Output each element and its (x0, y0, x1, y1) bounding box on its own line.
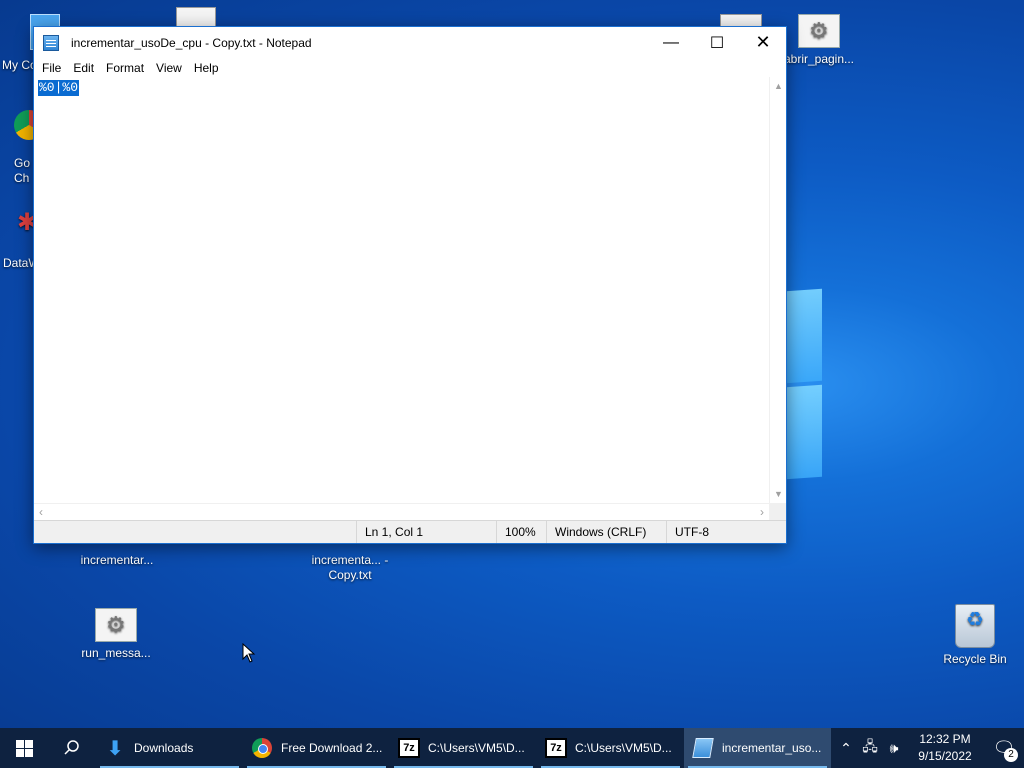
close-button[interactable]: ✕ (740, 27, 786, 58)
clock-date: 9/15/2022 (918, 749, 972, 763)
scrollbar-corner (769, 503, 786, 520)
notepad-window[interactable]: incrementar_usoDe_cpu - Copy.txt - Notep… (33, 26, 787, 544)
taskbar-item-downloads[interactable]: ⬇ Downloads (96, 728, 243, 768)
taskbar: ⬇ Downloads Free Download 2... 7z C:\Use… (0, 728, 1024, 768)
status-zoom: 100% (496, 521, 546, 543)
menu-format[interactable]: Format (100, 61, 150, 75)
downloads-folder-icon: ⬇ (106, 737, 124, 760)
horizontal-scrollbar[interactable]: ‹ › (34, 503, 769, 520)
start-button[interactable] (0, 728, 48, 768)
selected-text: %0|%0 (38, 80, 80, 96)
menu-bar: File Edit Format View Help (34, 58, 786, 77)
chrome-icon (252, 738, 272, 758)
taskbar-item-chrome[interactable]: Free Download 2... (243, 728, 390, 768)
7zip-icon: 7z (398, 738, 420, 758)
status-line-ending: Windows (CRLF) (546, 521, 666, 543)
status-encoding: UTF-8 (666, 521, 786, 543)
scroll-down-arrow-icon[interactable]: ▼ (770, 489, 787, 499)
notepad-icon (43, 34, 59, 51)
desktop-icon-incrementar-copy[interactable]: incrementa... - Copy.txt (310, 553, 390, 583)
network-icon[interactable]: 🖧 (858, 736, 882, 760)
volume-icon[interactable]: 🕪 (882, 740, 906, 757)
mouse-cursor-icon (242, 643, 256, 663)
system-tray: ⌃ 🖧 🕪 12:32 PM 9/15/2022 🗨 2 (834, 728, 1024, 768)
window-title: incrementar_usoDe_cpu - Copy.txt - Notep… (71, 35, 312, 50)
minimize-button[interactable]: — (648, 27, 694, 58)
batch-file-icon (798, 14, 840, 48)
menu-help[interactable]: Help (188, 61, 225, 75)
menu-file[interactable]: File (36, 61, 67, 75)
desktop-icon-recycle-bin[interactable]: Recycle Bin (936, 604, 1014, 667)
search-button[interactable] (48, 728, 96, 768)
scroll-right-arrow-icon[interactable]: › (760, 505, 764, 519)
notepad-icon (692, 738, 714, 758)
title-bar[interactable]: incrementar_usoDe_cpu - Copy.txt - Notep… (34, 27, 786, 58)
desktop-icon-incrementar[interactable]: incrementar... (77, 553, 157, 568)
windows-start-icon (15, 739, 33, 757)
windows-wallpaper-logo (786, 288, 826, 480)
search-icon (64, 740, 79, 755)
scroll-left-arrow-icon[interactable]: ‹ (39, 505, 43, 519)
batch-file-icon (95, 608, 137, 642)
show-hidden-icons-chevron-icon[interactable]: ⌃ (834, 740, 858, 757)
taskbar-item-7zip-2[interactable]: 7z C:\Users\VM5\D... (537, 728, 684, 768)
desktop-icon-top-1[interactable] (176, 7, 216, 27)
recycle-bin-icon (955, 604, 995, 648)
text-editor[interactable]: %0|%0 (34, 77, 769, 503)
status-position: Ln 1, Col 1 (356, 521, 496, 543)
maximize-button[interactable]: ☐ (694, 27, 740, 58)
desktop-icon-abrir-pagina[interactable]: abrir_pagin... (780, 14, 858, 67)
notification-center-button[interactable]: 🗨 2 (984, 728, 1024, 768)
menu-view[interactable]: View (150, 61, 188, 75)
vertical-scrollbar[interactable]: ▲ ▼ (769, 77, 786, 503)
desktop-icon-run-message[interactable]: run_messa... (77, 608, 155, 661)
taskbar-item-notepad[interactable]: incrementar_uso... (684, 728, 831, 768)
scroll-up-arrow-icon[interactable]: ▲ (770, 81, 787, 91)
clock[interactable]: 12:32 PM 9/15/2022 (912, 731, 978, 765)
notification-badge: 2 (1004, 748, 1018, 762)
status-bar: Ln 1, Col 1 100% Windows (CRLF) UTF-8 (34, 520, 786, 543)
menu-edit[interactable]: Edit (67, 61, 100, 75)
7zip-icon: 7z (545, 738, 567, 758)
taskbar-item-7zip-1[interactable]: 7z C:\Users\VM5\D... (390, 728, 537, 768)
clock-time: 12:32 PM (919, 732, 971, 746)
